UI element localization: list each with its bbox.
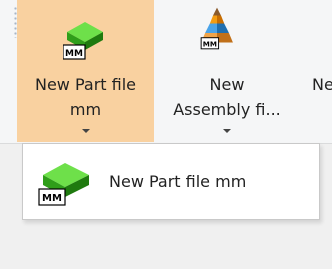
part-mm-icon: MM <box>63 22 103 60</box>
new-assembly-label-line1: New <box>209 75 245 94</box>
ribbon: MM New Part file mm MM New Assembly fi..… <box>0 0 332 144</box>
new-part-label-line1: New Part file <box>34 75 137 94</box>
new-part-label-line2: mm <box>69 100 102 119</box>
menu-item-new-part-file-mm[interactable]: MM New Part file mm <box>29 149 313 215</box>
new-assembly-file-button[interactable]: MM New Assembly fi... <box>155 0 299 142</box>
menu-item-label: New Part file mm <box>109 172 247 191</box>
new-part-file-mm-button[interactable]: MM New Part file mm <box>17 0 154 142</box>
svg-text:MM: MM <box>203 39 217 48</box>
chevron-down-icon <box>223 129 231 133</box>
assembly-mm-icon: MM <box>200 7 233 50</box>
part-mm-icon: MM <box>38 163 89 206</box>
new-assembly-label-line2: Assembly fi... <box>173 100 281 119</box>
chevron-down-icon <box>82 129 90 133</box>
new-part-dropdown-menu: MM New Part file mm <box>22 143 320 220</box>
svg-text:MM: MM <box>65 49 83 59</box>
next-ribbon-button-label[interactable]: Ne <box>312 72 332 97</box>
svg-text:MM: MM <box>42 193 62 204</box>
